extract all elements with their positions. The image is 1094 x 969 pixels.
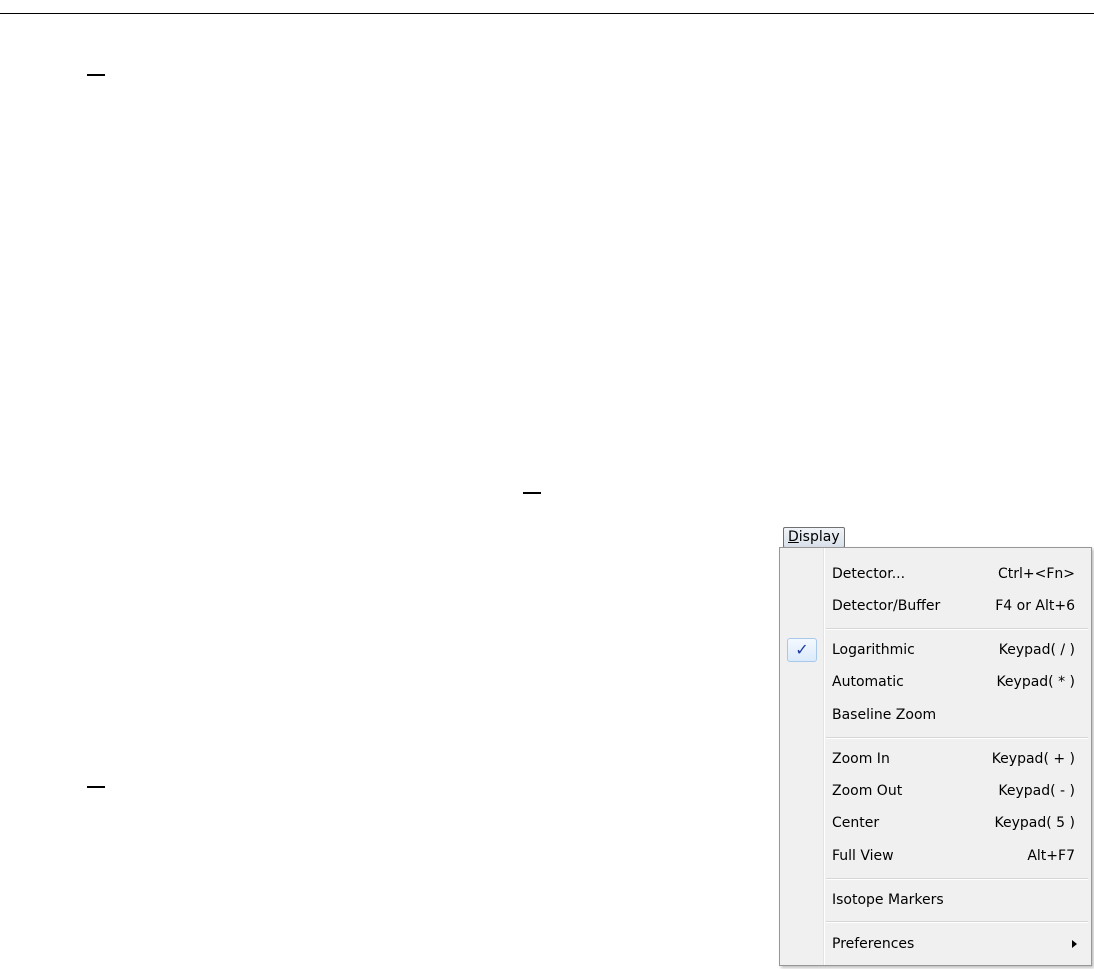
menu-item-label: Preferences: [832, 936, 915, 952]
menu-item-zoom-out[interactable]: Zoom Out Keypad( - ): [780, 775, 1091, 807]
display-menu-accelerator: D: [788, 529, 799, 545]
menu-item-shortcut: Keypad( 5 ): [994, 815, 1075, 831]
menu-item-shortcut: Ctrl+<Fn>: [997, 566, 1075, 582]
menu-item-full-view[interactable]: Full View Alt+F7: [780, 840, 1091, 872]
menu-item-shortcut: Alt+F7: [1027, 848, 1075, 864]
menu-item-label: Zoom Out: [832, 783, 903, 799]
menu-item-isotope-markers[interactable]: Isotope Markers: [780, 884, 1091, 916]
menu-item-label: Baseline Zoom: [832, 707, 937, 723]
menu-separator: [826, 921, 1088, 923]
menu-item-label: Zoom In: [832, 751, 890, 767]
chevron-right-icon: [1072, 940, 1077, 948]
menu-item-shortcut: Keypad( * ): [996, 674, 1075, 690]
menu-item-center[interactable]: Center Keypad( 5 ): [780, 807, 1091, 839]
menu-item-shortcut: F4 or Alt+6: [995, 598, 1075, 614]
checkmark-icon: ✓: [795, 640, 809, 659]
checkmark-box: ✓: [787, 638, 817, 662]
menu-item-zoom-in[interactable]: Zoom In Keypad( + ): [780, 743, 1091, 775]
menu-item-preferences[interactable]: Preferences: [780, 928, 1091, 960]
menu-item-logarithmic[interactable]: ✓ Logarithmic Keypad( / ): [780, 634, 1091, 666]
dash-mark: [87, 74, 105, 76]
menu-item-label: Isotope Markers: [832, 892, 944, 908]
menu-item-label: Center: [832, 815, 880, 831]
menu-item-label: Logarithmic: [832, 642, 915, 658]
menu-item-label: Detector...: [832, 566, 906, 582]
dash-mark: [523, 492, 541, 494]
menu-item-baseline-zoom[interactable]: Baseline Zoom: [780, 699, 1091, 731]
menu-item-shortcut: Keypad( + ): [991, 751, 1075, 767]
menu-separator: [826, 628, 1088, 630]
menu-item-shortcut: Keypad( / ): [998, 642, 1075, 658]
menu-separator: [826, 737, 1088, 739]
menu-separator: [826, 878, 1088, 880]
display-menu-title-text: isplay: [798, 529, 840, 545]
menu-item-label: Automatic: [832, 674, 904, 690]
menu-item-detector[interactable]: Detector... Ctrl+<Fn>: [780, 558, 1091, 590]
top-divider-line: [0, 13, 1094, 14]
menu-item-automatic[interactable]: Automatic Keypad( * ): [780, 666, 1091, 698]
display-menu-dropdown: Detector... Ctrl+<Fn> Detector/Buffer F4…: [779, 547, 1092, 966]
display-menu-title[interactable]: Display: [783, 527, 845, 548]
menu-item-shortcut: Keypad( - ): [998, 783, 1075, 799]
menu-item-label: Detector/Buffer: [832, 598, 941, 614]
menu-item-detector-buffer[interactable]: Detector/Buffer F4 or Alt+6: [780, 590, 1091, 622]
menu-item-label: Full View: [832, 848, 894, 864]
dash-mark: [87, 786, 105, 788]
